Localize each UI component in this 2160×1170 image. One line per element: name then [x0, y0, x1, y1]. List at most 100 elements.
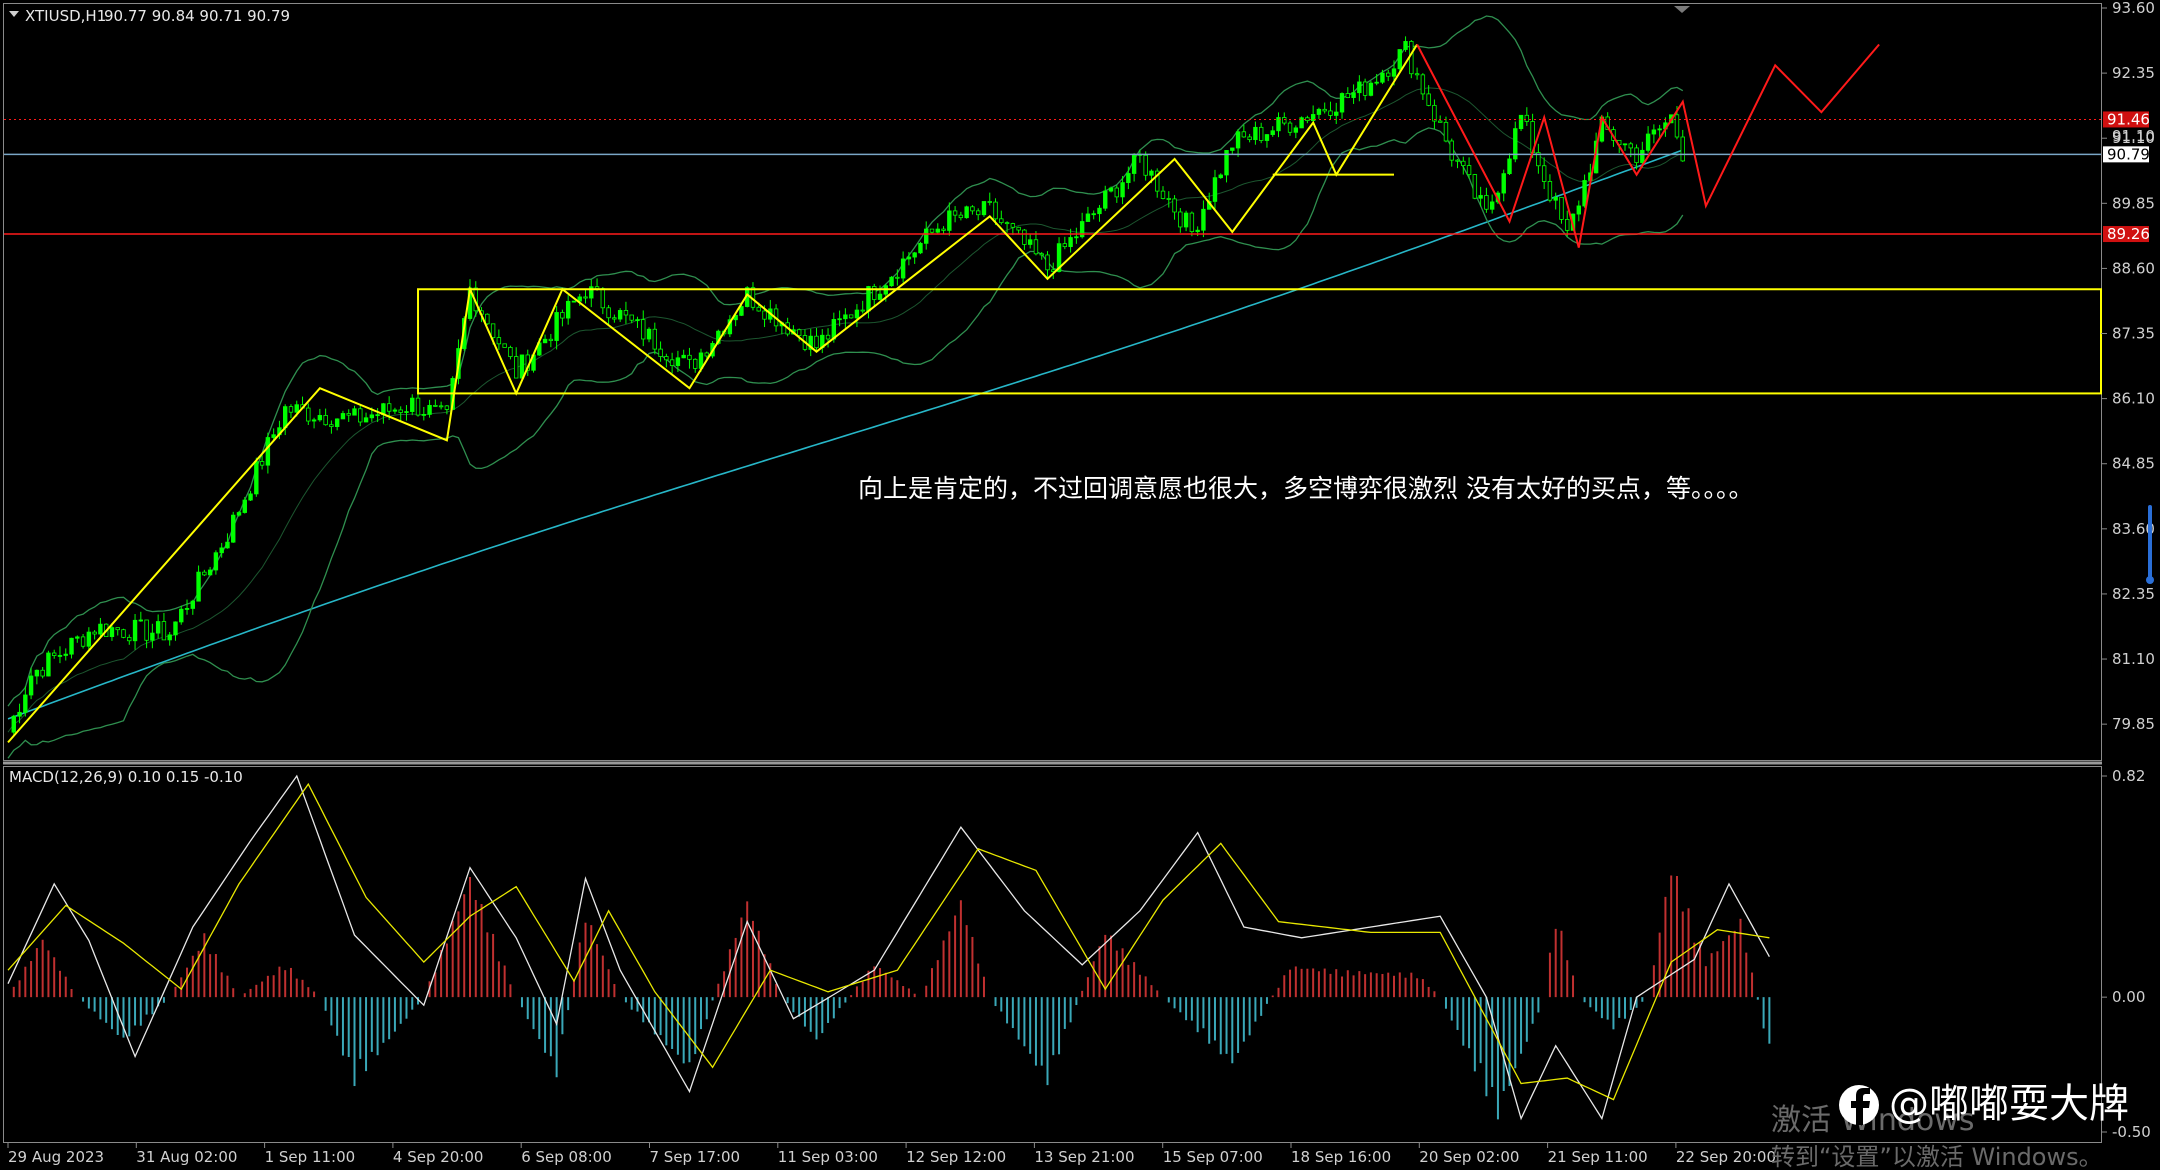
candle-body	[895, 276, 900, 279]
candle-body	[1033, 239, 1039, 255]
candle-body	[502, 343, 507, 348]
candle-body	[1091, 213, 1096, 216]
candle-body	[1195, 229, 1200, 233]
candle-body	[40, 669, 45, 677]
background	[0, 0, 2160, 1170]
candle-body	[392, 409, 398, 412]
candle-body	[427, 404, 432, 415]
candle-body	[976, 210, 981, 216]
price-axis-label: 79.85	[2112, 715, 2155, 733]
candle-body	[1022, 229, 1027, 245]
candle-body	[814, 335, 819, 349]
time-axis-label: 13 Sep 21:00	[1034, 1148, 1134, 1166]
facebook-icon	[1839, 1085, 1879, 1125]
candle-body	[1547, 181, 1553, 201]
candle-body	[1501, 173, 1506, 194]
candle-body	[1455, 159, 1460, 162]
candle-body	[334, 418, 340, 427]
candle-body	[1039, 253, 1044, 256]
candle-body	[1085, 213, 1091, 222]
annotation-text: 向上是肯定的，不过回调意愿也很大，多空博弈很激烈 没有太好的买点，等。。。。	[858, 474, 1753, 503]
candle-body	[664, 356, 669, 361]
candle-body	[1357, 81, 1362, 94]
candle-body	[63, 653, 68, 656]
axis-scroll-knob[interactable]	[2146, 576, 2154, 584]
candle-body	[565, 300, 571, 319]
candle-body	[1027, 239, 1033, 245]
chart-canvas[interactable]: 93.60 92.35 91.10 89.85 88.60 87.35 86.10 84.85…	[0, 0, 2160, 1170]
candle-body	[1120, 182, 1125, 198]
candle-body	[109, 627, 115, 638]
candle-body	[173, 621, 178, 636]
candle-body	[1241, 131, 1247, 138]
candle-body	[1287, 122, 1293, 133]
candle-body	[1489, 201, 1495, 210]
macd-axis-label: 0.82	[2112, 767, 2145, 785]
candle-body	[1466, 165, 1472, 175]
candle-body	[600, 288, 606, 309]
candle-body	[1230, 147, 1235, 151]
candle-body	[623, 310, 629, 316]
time-axis-label: 12 Sep 12:00	[906, 1148, 1006, 1166]
candle-body	[1478, 195, 1483, 199]
chart-window[interactable]: 93.60 92.35 91.10 89.85 88.60 87.35 86.10 84.85…	[0, 0, 2160, 1170]
candle-body	[1345, 93, 1350, 98]
candle-body	[987, 201, 992, 203]
candle-body	[1282, 117, 1287, 124]
candle-body	[219, 547, 224, 554]
candle-body	[1432, 104, 1437, 122]
candle-body	[1634, 147, 1639, 164]
candle-body	[924, 228, 929, 244]
candle-body	[34, 669, 40, 677]
candle-body	[947, 210, 952, 231]
candle-body	[1305, 117, 1310, 122]
candle-body	[1235, 131, 1241, 149]
candle-body	[929, 228, 935, 233]
candle-body	[121, 629, 126, 638]
candle-body	[346, 413, 351, 416]
candle-body	[265, 437, 271, 466]
time-axis-label: 18 Sep 16:00	[1291, 1148, 1391, 1166]
candle-body	[242, 499, 247, 513]
candle-body	[1004, 222, 1010, 225]
candle-body	[1414, 73, 1420, 76]
price-axis-label: 93.60	[2112, 0, 2155, 17]
candle-body	[877, 293, 883, 300]
candle-body	[150, 632, 155, 641]
candle-body	[860, 309, 865, 312]
candle-body	[693, 358, 698, 369]
candle-body	[386, 403, 392, 412]
candle-body	[687, 354, 692, 360]
axis-price-tag-label: 89.26	[2107, 225, 2150, 243]
candle-body	[606, 307, 611, 319]
axis-scroll-handle[interactable]	[2148, 505, 2152, 580]
candle-body	[1160, 190, 1166, 199]
candle-body	[69, 637, 74, 655]
candle-body	[1166, 198, 1171, 200]
candle-body	[669, 359, 675, 366]
candle-body	[248, 493, 253, 501]
candle-body	[1443, 121, 1449, 142]
brand-text: @嘟嘟耍大牌	[1889, 1081, 2129, 1127]
candle-body	[236, 512, 242, 516]
candle-body	[1657, 128, 1662, 131]
candle-body	[554, 312, 559, 341]
candle-body	[254, 461, 259, 495]
candle-body	[57, 655, 63, 657]
candle-body	[970, 206, 975, 212]
candle-body	[652, 328, 657, 350]
time-axis-label: 11 Sep 03:00	[778, 1148, 878, 1166]
candle-body	[1334, 111, 1339, 116]
candle-body	[225, 541, 230, 549]
candle-body	[138, 619, 144, 622]
candle-body	[704, 352, 709, 357]
candle-body	[86, 631, 92, 647]
time-axis-label: 15 Sep 07:00	[1163, 1148, 1263, 1166]
candle-body	[1218, 174, 1223, 179]
candle-body	[560, 312, 565, 319]
candle-body	[900, 258, 906, 279]
candle-body	[28, 675, 34, 696]
candle-body	[854, 309, 860, 319]
candle-body	[375, 414, 380, 417]
candle-body	[1068, 237, 1073, 248]
